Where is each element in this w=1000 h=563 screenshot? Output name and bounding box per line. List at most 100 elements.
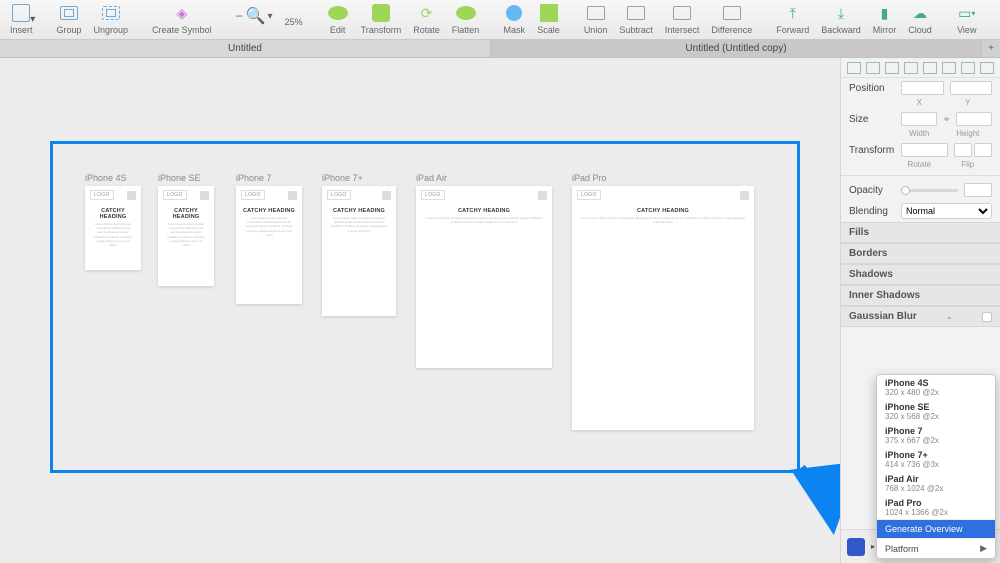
artboard-ipad-pro[interactable]: iPad ProLOGOCATCHY HEADINGLorem ipsum do… bbox=[572, 173, 754, 430]
submenu-arrow-icon: ▶ bbox=[980, 543, 987, 554]
device-option[interactable]: iPhone 7+414 x 736 @3x bbox=[877, 447, 995, 471]
fills-section[interactable]: Fills bbox=[841, 222, 1000, 243]
artboard-title: iPad Pro bbox=[572, 173, 754, 183]
zoom-control[interactable]: − 🔍 ▾ bbox=[230, 2, 279, 26]
inner-shadows-section[interactable]: Inner Shadows bbox=[841, 285, 1000, 306]
backward-button[interactable]: ⤓Backward bbox=[815, 2, 867, 35]
flip-h-button[interactable] bbox=[954, 143, 972, 157]
difference-icon bbox=[721, 2, 743, 24]
mask-button[interactable]: Mask bbox=[497, 2, 531, 35]
align-vcenter-icon[interactable] bbox=[923, 62, 937, 74]
opacity-slider[interactable] bbox=[901, 189, 958, 192]
body-text: Lorem ipsum dolor sit amet consectetur a… bbox=[416, 216, 552, 230]
view-button[interactable]: ▭▾View bbox=[950, 2, 984, 35]
flatten-button[interactable]: Flatten bbox=[446, 2, 486, 35]
rotate-icon: ⟳ bbox=[416, 2, 438, 24]
artboard-ipad-air[interactable]: iPad AirLOGOCATCHY HEADINGLorem ipsum do… bbox=[416, 173, 552, 368]
device-option[interactable]: iPad Air768 x 1024 @2x bbox=[877, 471, 995, 495]
device-option[interactable]: iPhone 7375 x 667 @2x bbox=[877, 423, 995, 447]
gaussian-blur-section[interactable]: Gaussian Blur⌄ bbox=[841, 306, 1000, 327]
view-icon: ▭▾ bbox=[956, 2, 978, 24]
size-label: Size bbox=[849, 114, 895, 125]
position-y-input[interactable] bbox=[950, 81, 993, 95]
canvas[interactable]: iPhone 4S LOGO CATCHY HEADING Lorem ipsum d… bbox=[0, 58, 840, 563]
lock-icon[interactable]: ⚭ bbox=[943, 114, 951, 125]
distribute-h-icon[interactable] bbox=[961, 62, 975, 74]
size-width-input[interactable] bbox=[901, 112, 937, 126]
distribute-v-icon[interactable] bbox=[980, 62, 994, 74]
device-option[interactable]: iPhone SE320 x 568 @2x bbox=[877, 399, 995, 423]
borders-section[interactable]: Borders bbox=[841, 243, 1000, 264]
artboard-iphone-se[interactable]: iPhone SELOGOCATCHY HEADINGLorem ipsum d… bbox=[158, 173, 214, 286]
tab-untitled-1[interactable]: Untitled bbox=[0, 40, 491, 57]
union-button[interactable]: Union bbox=[578, 2, 614, 35]
body-text: Lorem ipsum dolor sit amet consectetur a… bbox=[572, 216, 754, 230]
catchy-heading: CATCHY HEADING bbox=[241, 208, 297, 214]
transform-button[interactable]: Transform bbox=[355, 2, 408, 35]
mirror-button[interactable]: ▮Mirror bbox=[867, 2, 903, 35]
zoom-level: 25% bbox=[285, 17, 303, 27]
subtract-icon bbox=[625, 2, 647, 24]
forward-button[interactable]: ⤒Forward bbox=[770, 2, 815, 35]
plugin-icon[interactable] bbox=[847, 538, 865, 556]
catchy-heading: CATCHY HEADING bbox=[421, 208, 547, 214]
align-hcenter-icon[interactable] bbox=[866, 62, 880, 74]
device-option[interactable]: iPad Pro1024 x 1366 @2x bbox=[877, 495, 995, 519]
artboard-title: iPhone 7 bbox=[236, 173, 302, 183]
insert-button[interactable]: ▾ Insert bbox=[4, 2, 39, 35]
device-option[interactable]: iPhone 4S320 x 480 @2x bbox=[877, 375, 995, 399]
forward-icon: ⤒ bbox=[782, 2, 804, 24]
alignment-controls[interactable] bbox=[841, 58, 1000, 78]
artboard-title: iPhone SE bbox=[158, 173, 214, 183]
artboard-title: iPhone 4S bbox=[85, 173, 141, 183]
union-icon bbox=[585, 2, 607, 24]
menu-icon bbox=[538, 191, 547, 200]
tab-add-button[interactable]: + bbox=[982, 40, 1000, 57]
opacity-value[interactable] bbox=[964, 183, 992, 197]
intersect-icon bbox=[671, 2, 693, 24]
rotate-input[interactable] bbox=[901, 143, 948, 157]
align-right-icon[interactable] bbox=[885, 62, 899, 74]
ungroup-button[interactable]: Ungroup bbox=[88, 2, 135, 35]
transform-label: Transform bbox=[849, 145, 895, 156]
symbol-icon: ◈ bbox=[171, 2, 193, 24]
generate-overview-item[interactable]: Generate Overview bbox=[877, 519, 995, 538]
catchy-heading: CATCHY HEADING bbox=[90, 208, 136, 220]
edit-button[interactable]: Edit bbox=[321, 2, 355, 35]
toolbar: ▾ Insert Group Ungroup ◈Create Symbol − … bbox=[0, 0, 1000, 40]
shadows-section[interactable]: Shadows bbox=[841, 264, 1000, 285]
scale-button[interactable]: Scale bbox=[531, 2, 566, 35]
size-height-input[interactable] bbox=[956, 112, 992, 126]
cloud-icon: ☁ bbox=[909, 2, 931, 24]
scale-icon bbox=[538, 2, 560, 24]
align-bottom-icon[interactable] bbox=[942, 62, 956, 74]
rotate-button[interactable]: ⟳Rotate bbox=[407, 2, 446, 35]
artboard-iphone-4s[interactable]: iPhone 4SLOGOCATCHY HEADINGLorem ipsum d… bbox=[85, 173, 141, 270]
position-x-input[interactable] bbox=[901, 81, 944, 95]
create-symbol-button[interactable]: ◈Create Symbol bbox=[146, 2, 218, 35]
logo-label: LOGO bbox=[327, 190, 351, 200]
logo-label: LOGO bbox=[90, 190, 114, 200]
blur-checkbox[interactable] bbox=[982, 312, 992, 322]
body-text: Lorem ipsum dolor sit amet consectetur a… bbox=[322, 216, 396, 239]
blending-select[interactable]: Normal bbox=[901, 203, 992, 219]
align-top-icon[interactable] bbox=[904, 62, 918, 74]
backward-icon: ⤓ bbox=[830, 2, 852, 24]
platform-item[interactable]: Platform▶ bbox=[877, 538, 995, 558]
align-left-icon[interactable] bbox=[847, 62, 861, 74]
subtract-button[interactable]: Subtract bbox=[613, 2, 659, 35]
export-button[interactable]: ⇧Export bbox=[996, 2, 1000, 35]
artboard-iphone-7+[interactable]: iPhone 7+LOGOCATCHY HEADINGLorem ipsum d… bbox=[322, 173, 396, 316]
artboard-iphone-7[interactable]: iPhone 7LOGOCATCHY HEADINGLorem ipsum do… bbox=[236, 173, 302, 304]
device-popup: iPhone 4S320 x 480 @2xiPhone SE320 x 568… bbox=[876, 374, 996, 559]
transform-icon bbox=[370, 2, 392, 24]
group-button[interactable]: Group bbox=[51, 2, 88, 35]
catchy-heading: CATCHY HEADING bbox=[163, 208, 209, 220]
intersect-button[interactable]: Intersect bbox=[659, 2, 706, 35]
cloud-button[interactable]: ☁Cloud bbox=[902, 2, 938, 35]
catchy-heading: CATCHY HEADING bbox=[577, 208, 749, 214]
inspector-panel: Position XY Size⚭ WidthHeight Transform … bbox=[840, 58, 1000, 563]
flip-v-button[interactable] bbox=[974, 143, 992, 157]
tab-untitled-2[interactable]: Untitled (Untitled copy) bbox=[491, 40, 982, 57]
difference-button[interactable]: Difference bbox=[705, 2, 758, 35]
